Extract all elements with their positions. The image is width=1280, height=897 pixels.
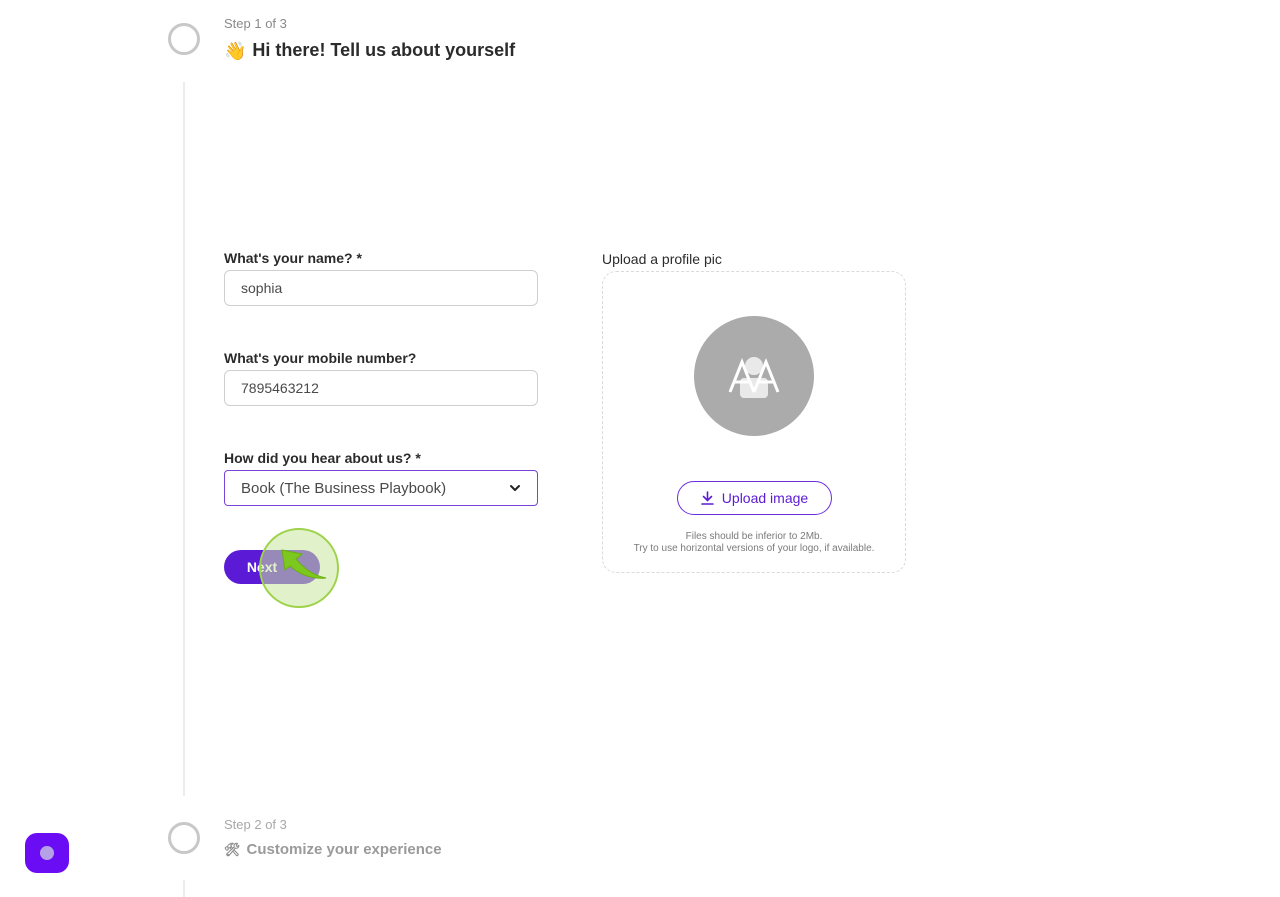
- chat-widget-button[interactable]: [25, 833, 69, 873]
- step-2-connector: [183, 880, 185, 897]
- name-label: What's your name? *: [224, 250, 362, 266]
- waving-hand-icon: 👋: [224, 40, 247, 61]
- user-placeholder-icon: [728, 357, 780, 398]
- step-1-label: Step 1 of 3: [224, 16, 287, 31]
- step-1-title: 👋 Hi there! Tell us about yourself: [224, 40, 515, 61]
- step-1-title-text: Hi there! Tell us about yourself: [252, 40, 516, 60]
- tools-icon: 🛠: [224, 841, 241, 857]
- step-2-label: Step 2 of 3: [224, 817, 287, 832]
- mobile-label: What's your mobile number?: [224, 350, 417, 366]
- upload-image-label: Upload image: [721, 490, 809, 506]
- avatar-placeholder: [694, 316, 814, 436]
- upload-hint-size: Files should be inferior to 2Mb.: [685, 531, 823, 542]
- upload-label: Upload a profile pic: [602, 251, 722, 267]
- step-2-indicator: [168, 822, 200, 854]
- chat-dot-icon: [40, 846, 54, 860]
- step-1-connector: [183, 82, 185, 796]
- step-1-indicator: [168, 23, 200, 55]
- next-button[interactable]: Next: [224, 550, 320, 584]
- step-2-title: 🛠 Customize your experience: [224, 841, 442, 858]
- upload-hint: Files should be inferior to 2Mb. Try to …: [602, 531, 906, 555]
- mobile-input[interactable]: [224, 370, 538, 406]
- source-label: How did you hear about us? *: [224, 450, 421, 466]
- onboarding-page: Step 1 of 3 👋 Hi there! Tell us about yo…: [0, 0, 1280, 897]
- source-select[interactable]: Book (The Business Playbook): [224, 470, 538, 506]
- source-select-value: Book (The Business Playbook): [241, 479, 447, 497]
- step-2-title-text: Customize your experience: [246, 841, 442, 858]
- name-input[interactable]: [224, 270, 538, 306]
- download-icon: [700, 491, 714, 505]
- chevron-down-icon: [510, 485, 520, 491]
- upload-hint-format: Try to use horizontal versions of your l…: [633, 543, 875, 554]
- upload-image-button[interactable]: Upload image: [677, 481, 832, 515]
